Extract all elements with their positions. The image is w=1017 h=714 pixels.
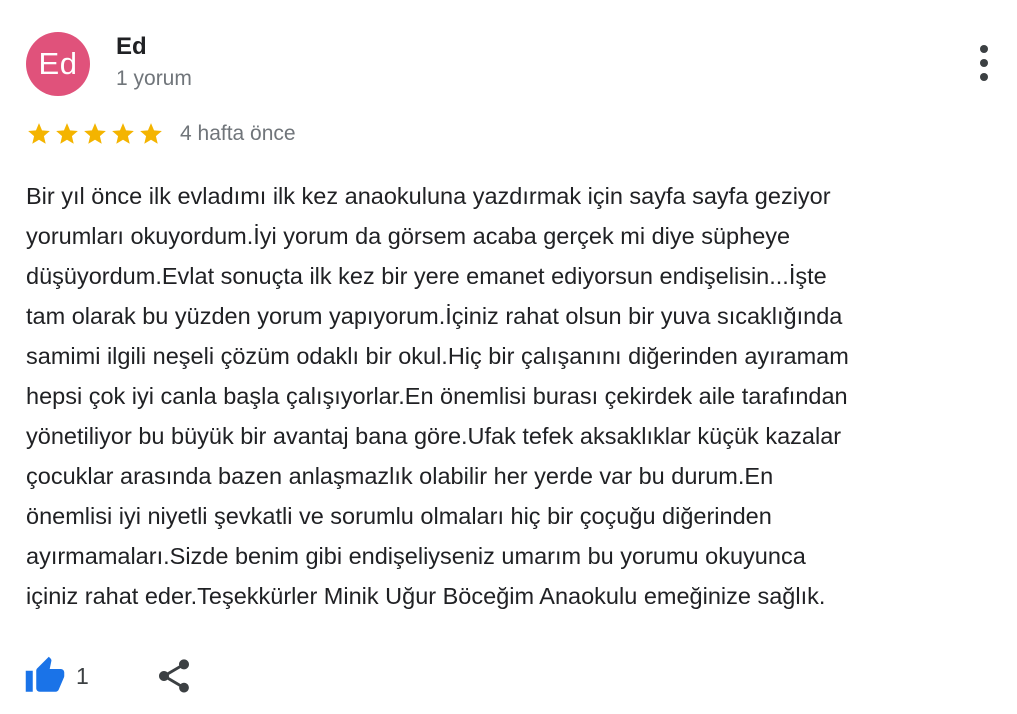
- more-options-button[interactable]: [966, 42, 1002, 86]
- review-text: Bir yıl önce ilk evladımı ilk kez anaoku…: [26, 183, 849, 609]
- star-icon: [84, 123, 106, 144]
- star-rating: [26, 121, 164, 147]
- star-icon: [140, 123, 162, 144]
- thumbs-up-icon: [25, 656, 65, 692]
- author-review-count: 1 yorum: [116, 67, 192, 90]
- rating-row: 4 hafta önce: [26, 118, 296, 150]
- star-icon: [28, 123, 50, 144]
- share-icon: [159, 659, 189, 693]
- like-button[interactable]: 1: [24, 652, 89, 700]
- author-name[interactable]: Ed: [116, 33, 147, 61]
- star-icon: [112, 123, 134, 144]
- star-icon: [56, 123, 78, 144]
- more-vertical-icon: [980, 45, 988, 81]
- like-count: 1: [76, 662, 89, 689]
- share-button[interactable]: [154, 656, 194, 696]
- review-date: 4 hafta önce: [180, 122, 296, 145]
- avatar[interactable]: Ed: [26, 32, 90, 96]
